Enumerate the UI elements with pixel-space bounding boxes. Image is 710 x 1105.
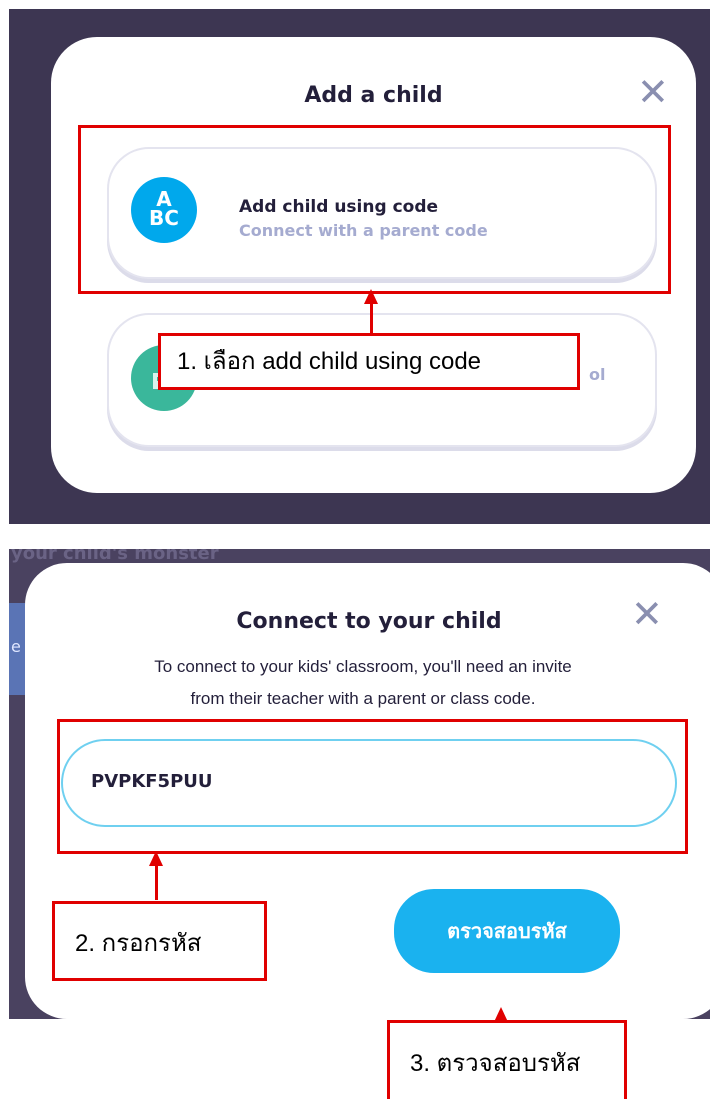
verify-code-button[interactable]: ตรวจสอบรหัส xyxy=(394,889,620,973)
dialog-title: Connect to your child xyxy=(236,609,502,634)
description-line2: from their teacher with a parent or clas… xyxy=(190,689,536,708)
arrow-shaft xyxy=(370,303,373,334)
step2-label: 2. กรอกรหัส xyxy=(52,901,267,981)
arrow-up-icon xyxy=(364,289,378,304)
description-line1: To connect to your kids' classroom, you'… xyxy=(154,657,572,676)
connect-child-screenshot: your child's monster e Connect to your c… xyxy=(9,549,710,1019)
step1-label: 1. เลือก add child using code xyxy=(158,333,580,390)
highlight-box-step1 xyxy=(78,125,671,294)
background-text: your child's monster xyxy=(11,549,219,564)
arrow-shaft xyxy=(155,865,158,900)
add-child-screenshot: Add a child ✕ A BC Add child using code … xyxy=(9,9,710,524)
highlight-box-step2 xyxy=(57,719,688,854)
step3-label: 3. ตรวจสอบรหัส xyxy=(387,1020,627,1099)
arrow-up-icon xyxy=(149,851,163,866)
close-icon[interactable]: ✕ xyxy=(637,73,669,111)
option-subtitle-partial: ol xyxy=(589,365,606,384)
dialog-title: Add a child xyxy=(304,83,443,108)
close-icon[interactable]: ✕ xyxy=(631,595,663,633)
